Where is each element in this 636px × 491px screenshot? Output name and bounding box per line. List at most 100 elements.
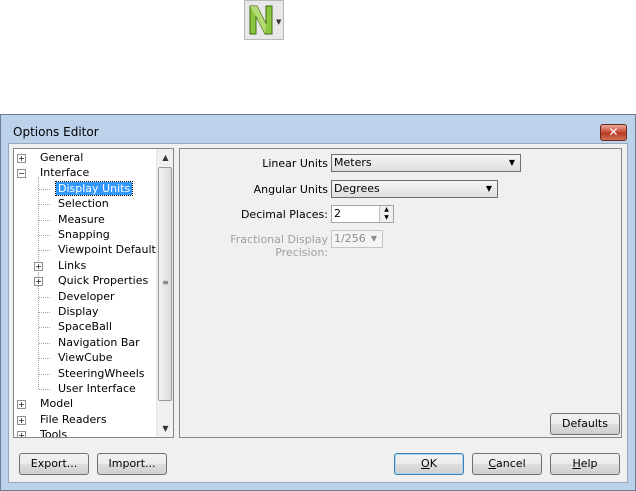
tree-item-label: Model — [40, 397, 74, 411]
navisworks-logo-icon — [249, 5, 273, 35]
tree-item-label: Navigation Bar — [58, 335, 140, 349]
tree-item[interactable]: Tools — [38, 428, 69, 438]
ok-button[interactable]: OK — [394, 453, 464, 475]
tree-branch-line — [39, 204, 50, 206]
tree-item-label: Interface — [40, 166, 90, 180]
tree-item[interactable]: Display — [56, 305, 101, 319]
tree-item-label: Viewpoint Defaults — [58, 243, 162, 257]
chevron-down-icon: ▼ — [485, 184, 492, 193]
tree-item[interactable]: Model — [38, 397, 75, 411]
expand-icon[interactable]: + — [34, 277, 43, 287]
tree-item[interactable]: User Interface — [56, 382, 138, 396]
defaults-button[interactable]: Defaults — [550, 413, 620, 435]
tree-scrollbar[interactable]: ▲ ≡ ▼ — [156, 149, 173, 437]
tree-item[interactable]: Developer — [56, 290, 117, 304]
fractional-precision-value: 1/256 — [334, 232, 366, 245]
stepper-up-icon[interactable]: ▲ — [380, 206, 393, 214]
stepper-buttons: ▲ ▼ — [379, 206, 393, 222]
settings-panel: Linear Units Meters ▼ Angular Units Degr… — [179, 148, 622, 438]
application-menu-button[interactable]: ▼ — [244, 0, 284, 40]
tree-branch-line — [39, 235, 50, 236]
tree-item[interactable]: SpaceBall — [56, 320, 114, 334]
tree-item-label: General — [40, 151, 84, 164]
tree-item[interactable]: SteeringWheels — [56, 367, 147, 381]
collapse-icon[interactable]: − — [17, 169, 26, 179]
expand-icon[interactable]: + — [17, 415, 26, 425]
export-button[interactable]: Export... — [19, 453, 89, 475]
help-button[interactable]: Help — [550, 453, 620, 475]
tree-item-label: User Interface — [58, 382, 136, 395]
tree-branch-line — [39, 358, 50, 360]
tree-branch-line — [39, 188, 50, 190]
tree-item[interactable]: Viewpoint Defaults — [56, 243, 164, 257]
tree-item[interactable]: Quick Properties — [56, 274, 150, 288]
tree-item-label: Links — [58, 258, 87, 272]
tree-item-label: SteeringWheels — [58, 366, 145, 380]
cancel-label-rest: ancel — [496, 457, 526, 470]
scrollbar-thumb[interactable]: ≡ — [158, 167, 172, 401]
cancel-mnemonic: C — [488, 457, 497, 470]
scroll-up-icon[interactable]: ▲ — [157, 149, 173, 166]
tree-item[interactable]: Selection — [56, 197, 111, 211]
close-icon: ✕ — [608, 125, 619, 139]
linear-units-select[interactable]: Meters ▼ — [331, 154, 521, 172]
stepper-down-icon[interactable]: ▼ — [380, 214, 393, 222]
fractional-precision-label: Fractional Display Precision: — [230, 233, 328, 259]
angular-units-value: Degrees — [334, 182, 380, 195]
angular-units-select[interactable]: Degrees ▼ — [331, 180, 498, 198]
linear-units-value: Meters — [334, 156, 372, 169]
linear-units-label: Linear Units — [262, 157, 328, 170]
chevron-down-icon: ▼ — [370, 234, 377, 243]
window-title: Options Editor — [13, 125, 99, 139]
tree-item-label: SpaceBall — [58, 320, 112, 334]
expand-icon[interactable]: + — [34, 261, 43, 271]
tree-branch-line — [39, 219, 50, 221]
tree-branch-line — [39, 373, 50, 375]
tree-item-label: Measure — [58, 212, 105, 226]
ok-label-rest: K — [429, 457, 437, 470]
tree-item[interactable]: Snapping — [56, 228, 112, 242]
ok-mnemonic: O — [421, 457, 430, 470]
options-editor-window: Options Editor ✕ + General − Interface Displ… — [0, 114, 636, 491]
tree-item-label: Display Units — [54, 180, 134, 196]
decimal-places-value: 2 — [334, 207, 341, 220]
tree-item[interactable]: Navigation Bar — [56, 336, 142, 350]
import-button[interactable]: Import... — [97, 453, 167, 475]
decimal-places-stepper[interactable]: 2 ▲ ▼ — [331, 205, 394, 223]
tree-branch-line — [39, 327, 50, 329]
fractional-precision-select: 1/256 ▼ — [331, 230, 383, 248]
decimal-places-label: Decimal Places: — [240, 208, 328, 221]
tree-item-label: Snapping — [58, 228, 110, 241]
tree-branch-line — [39, 389, 50, 390]
tree-item-label: Tools — [40, 428, 68, 438]
tree-item-label: Developer — [58, 289, 115, 303]
tree-branch-line — [39, 342, 50, 344]
tree-item[interactable]: Links — [56, 259, 88, 273]
tree-item[interactable]: Measure — [56, 213, 107, 227]
tree-branch-line — [39, 250, 50, 252]
tree-item-label: ViewCube — [58, 351, 113, 365]
dialog-body: + General − Interface Display Units Selection… — [8, 143, 628, 483]
angular-units-label: Angular Units — [253, 183, 328, 196]
tree-item[interactable]: Interface — [38, 166, 91, 180]
tree-item[interactable]: General — [38, 151, 85, 165]
expand-icon[interactable]: + — [17, 431, 26, 437]
chevron-down-icon: ▼ — [508, 158, 515, 167]
close-button[interactable]: ✕ — [600, 124, 627, 141]
expand-icon[interactable]: + — [17, 400, 26, 410]
tree-branch-line — [39, 296, 50, 298]
scroll-down-icon[interactable]: ▼ — [157, 420, 173, 437]
dropdown-arrow-icon: ▼ — [276, 18, 282, 26]
help-label-rest: elp — [580, 457, 598, 470]
tree-item[interactable]: ViewCube — [56, 351, 115, 365]
grip-icon: ≡ — [162, 278, 169, 287]
tree-item[interactable]: Display Units — [54, 180, 134, 196]
options-tree[interactable]: + General − Interface Display Units Selection… — [13, 148, 174, 438]
title-bar[interactable]: Options Editor ✕ — [1, 115, 635, 143]
tree-item-label: Display — [58, 305, 99, 318]
expand-icon[interactable]: + — [17, 154, 26, 163]
tree-branch-line — [39, 312, 50, 313]
cancel-button[interactable]: Cancel — [472, 453, 542, 475]
tree-item-label: File Readers — [40, 412, 107, 426]
tree-item[interactable]: File Readers — [38, 413, 109, 427]
